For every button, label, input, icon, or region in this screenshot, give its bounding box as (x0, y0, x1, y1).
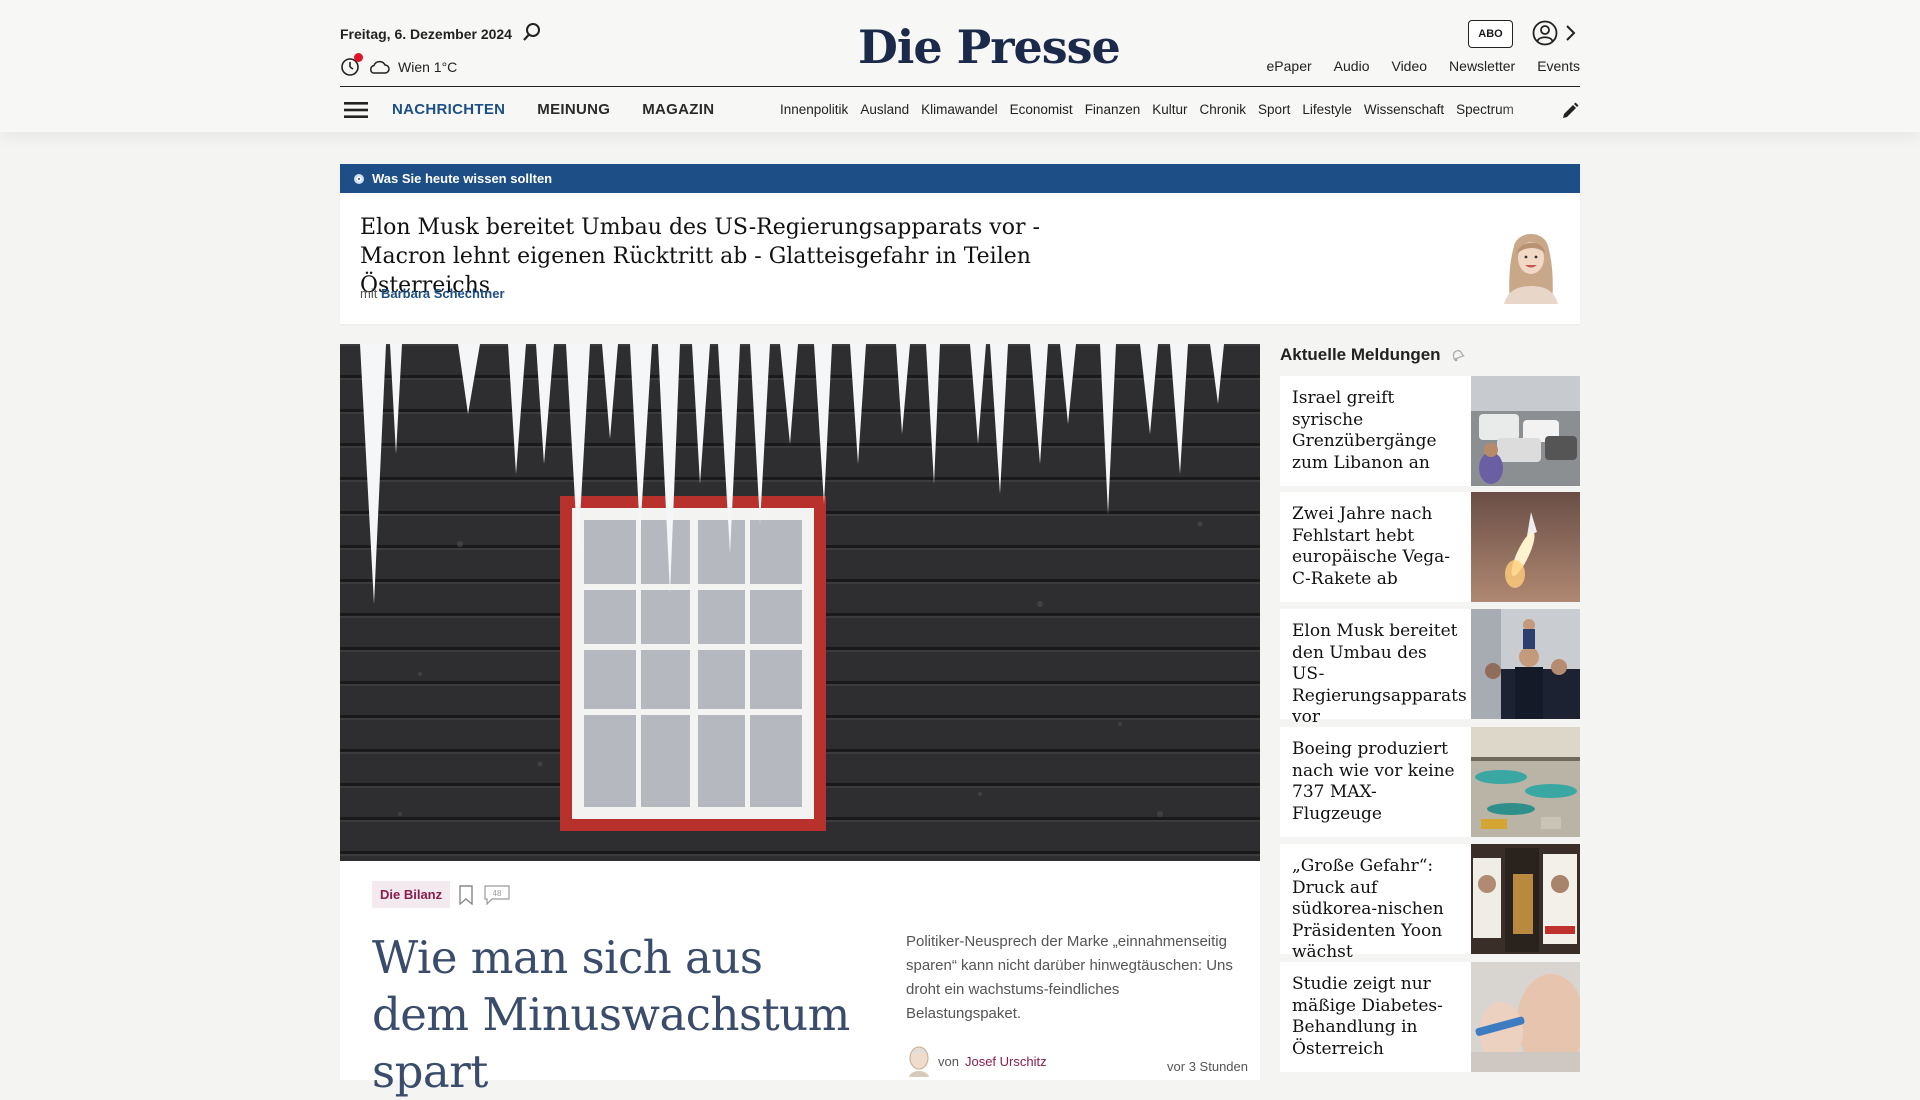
news-thumbnail[interactable] (1471, 727, 1580, 837)
nav-meinung[interactable]: MEINUNG (537, 101, 610, 118)
news-item-title[interactable]: Zwei Jahre nach Fehlstart hebt europäisc… (1292, 504, 1462, 590)
nav-magazin[interactable]: MAGAZIN (642, 101, 714, 118)
section-economist[interactable]: Economist (1010, 102, 1073, 117)
sidebar-heading[interactable]: Aktuelle Meldungen (1280, 345, 1465, 365)
briefing-bar: Was Sie heute wissen sollten (340, 164, 1580, 193)
notification-dot (354, 53, 363, 62)
comment-count: 48 (493, 889, 502, 898)
header-divider (340, 86, 1580, 87)
section-lifestyle[interactable]: Lifestyle (1302, 102, 1352, 117)
news-item[interactable]: Studie zeigt nur mäßige Diabetes-Behandl… (1280, 962, 1580, 1072)
news-item-title[interactable]: Boeing produziert nach wie vor keine 737… (1292, 739, 1462, 825)
briefing-author-name[interactable]: Barbara Schechtner (381, 286, 505, 301)
section-sport[interactable]: Sport (1258, 102, 1290, 117)
chevron-right-icon[interactable] (1564, 24, 1576, 42)
hero-teaser: Politiker-Neusprech der Marke „einnahmen… (906, 933, 1233, 1022)
news-thumbnail[interactable] (1471, 609, 1580, 719)
daily-briefing[interactable]: Was Sie heute wissen sollten Elon Musk b… (340, 164, 1580, 324)
section-chronik[interactable]: Chronik (1200, 102, 1247, 117)
category-tag[interactable]: Die Bilanz (372, 881, 451, 908)
sidebar-heading-label: Aktuelle Meldungen (1280, 345, 1441, 364)
section-nav: Innenpolitik Ausland Klimawandel Economi… (780, 102, 1542, 117)
news-item-title[interactable]: Studie zeigt nur mäßige Diabetes-Behandl… (1292, 974, 1462, 1060)
link-epaper[interactable]: ePaper (1267, 58, 1312, 74)
section-ausland[interactable]: Ausland (860, 102, 909, 117)
news-item[interactable]: „Große Gefahr“: Druck auf südkorea-nisch… (1280, 844, 1580, 962)
news-item-title[interactable]: „Große Gefahr“: Druck auf südkorea-nisch… (1292, 856, 1462, 964)
pen-icon[interactable] (1560, 101, 1580, 121)
top-links: ePaper Audio Video Newsletter Events (1267, 58, 1580, 74)
hero-title[interactable]: Wie man sich aus dem Minuswachstum spart (372, 929, 872, 1100)
hero-article-card[interactable]: Die Bilanz 48 Wie man sich aus dem Minus… (340, 861, 1260, 1098)
hero-image[interactable] (340, 344, 1260, 861)
comment-icon: 48 (484, 885, 510, 906)
link-audio[interactable]: Audio (1334, 58, 1370, 74)
news-item[interactable]: Boeing produziert nach wie vor keine 737… (1280, 727, 1580, 837)
bell-icon[interactable] (1449, 347, 1465, 363)
nav-fade (1500, 96, 1546, 122)
hero-byline: von Josef Urschitz (906, 1045, 1047, 1077)
news-thumbnail[interactable] (1471, 376, 1580, 486)
timer-icon[interactable] (340, 53, 363, 77)
abo-button[interactable]: ABO (1468, 20, 1513, 48)
weather-label: Wien 1°C (398, 59, 458, 75)
news-thumbnail[interactable] (1471, 844, 1580, 954)
search-icon[interactable] (522, 22, 542, 42)
section-finanzen[interactable]: Finanzen (1085, 102, 1141, 117)
author-illustration (1504, 234, 1558, 304)
link-newsletter[interactable]: Newsletter (1449, 58, 1515, 74)
live-dot-icon (354, 173, 364, 184)
news-thumbnail[interactable] (1471, 492, 1580, 602)
cloud-icon (370, 60, 390, 74)
user-account-icon[interactable] (1532, 20, 1558, 46)
site-header: Freitag, 6. Dezember 2024 Wien 1°C Die P… (0, 0, 1920, 132)
link-events[interactable]: Events (1537, 58, 1580, 74)
byline-prefix: von (938, 1053, 959, 1069)
bookmark-icon[interactable] (458, 885, 474, 905)
nav-nachrichten[interactable]: NACHRICHTEN (392, 101, 505, 118)
briefing-bar-label: Was Sie heute wissen sollten (372, 171, 553, 186)
news-item[interactable]: Zwei Jahre nach Fehlstart hebt europäisc… (1280, 492, 1580, 602)
hero-author-name[interactable]: Josef Urschitz (965, 1054, 1047, 1069)
section-kultur[interactable]: Kultur (1152, 102, 1187, 117)
current-date: Freitag, 6. Dezember 2024 (340, 26, 512, 42)
menu-icon[interactable] (344, 100, 368, 120)
site-logo[interactable]: Die Presse (858, 20, 1121, 74)
publish-time: vor 3 Stunden (1167, 1059, 1248, 1074)
author-prefix: mit (360, 286, 378, 301)
news-item-title[interactable]: Israel greift syrische Grenzübergänge zu… (1292, 388, 1462, 474)
section-klimawandel[interactable]: Klimawandel (921, 102, 998, 117)
news-item[interactable]: Israel greift syrische Grenzübergänge zu… (1280, 376, 1580, 486)
main-nav: NACHRICHTEN MEINUNG MAGAZIN (392, 101, 714, 118)
section-wissenschaft[interactable]: Wissenschaft (1364, 102, 1444, 117)
news-item-title[interactable]: Elon Musk bereitet den Umbau des US-Regi… (1292, 621, 1467, 729)
news-thumbnail[interactable] (1471, 962, 1580, 1072)
section-innenpolitik[interactable]: Innenpolitik (780, 102, 848, 117)
author-avatar (909, 1046, 929, 1077)
news-item[interactable]: Elon Musk bereitet den Umbau des US-Regi… (1280, 609, 1580, 727)
weather-widget[interactable]: Wien 1°C (340, 53, 458, 77)
briefing-author: mit Barbara Schechtner (360, 286, 505, 301)
comment-count-badge[interactable]: 48 (484, 885, 510, 906)
link-video[interactable]: Video (1391, 58, 1427, 74)
